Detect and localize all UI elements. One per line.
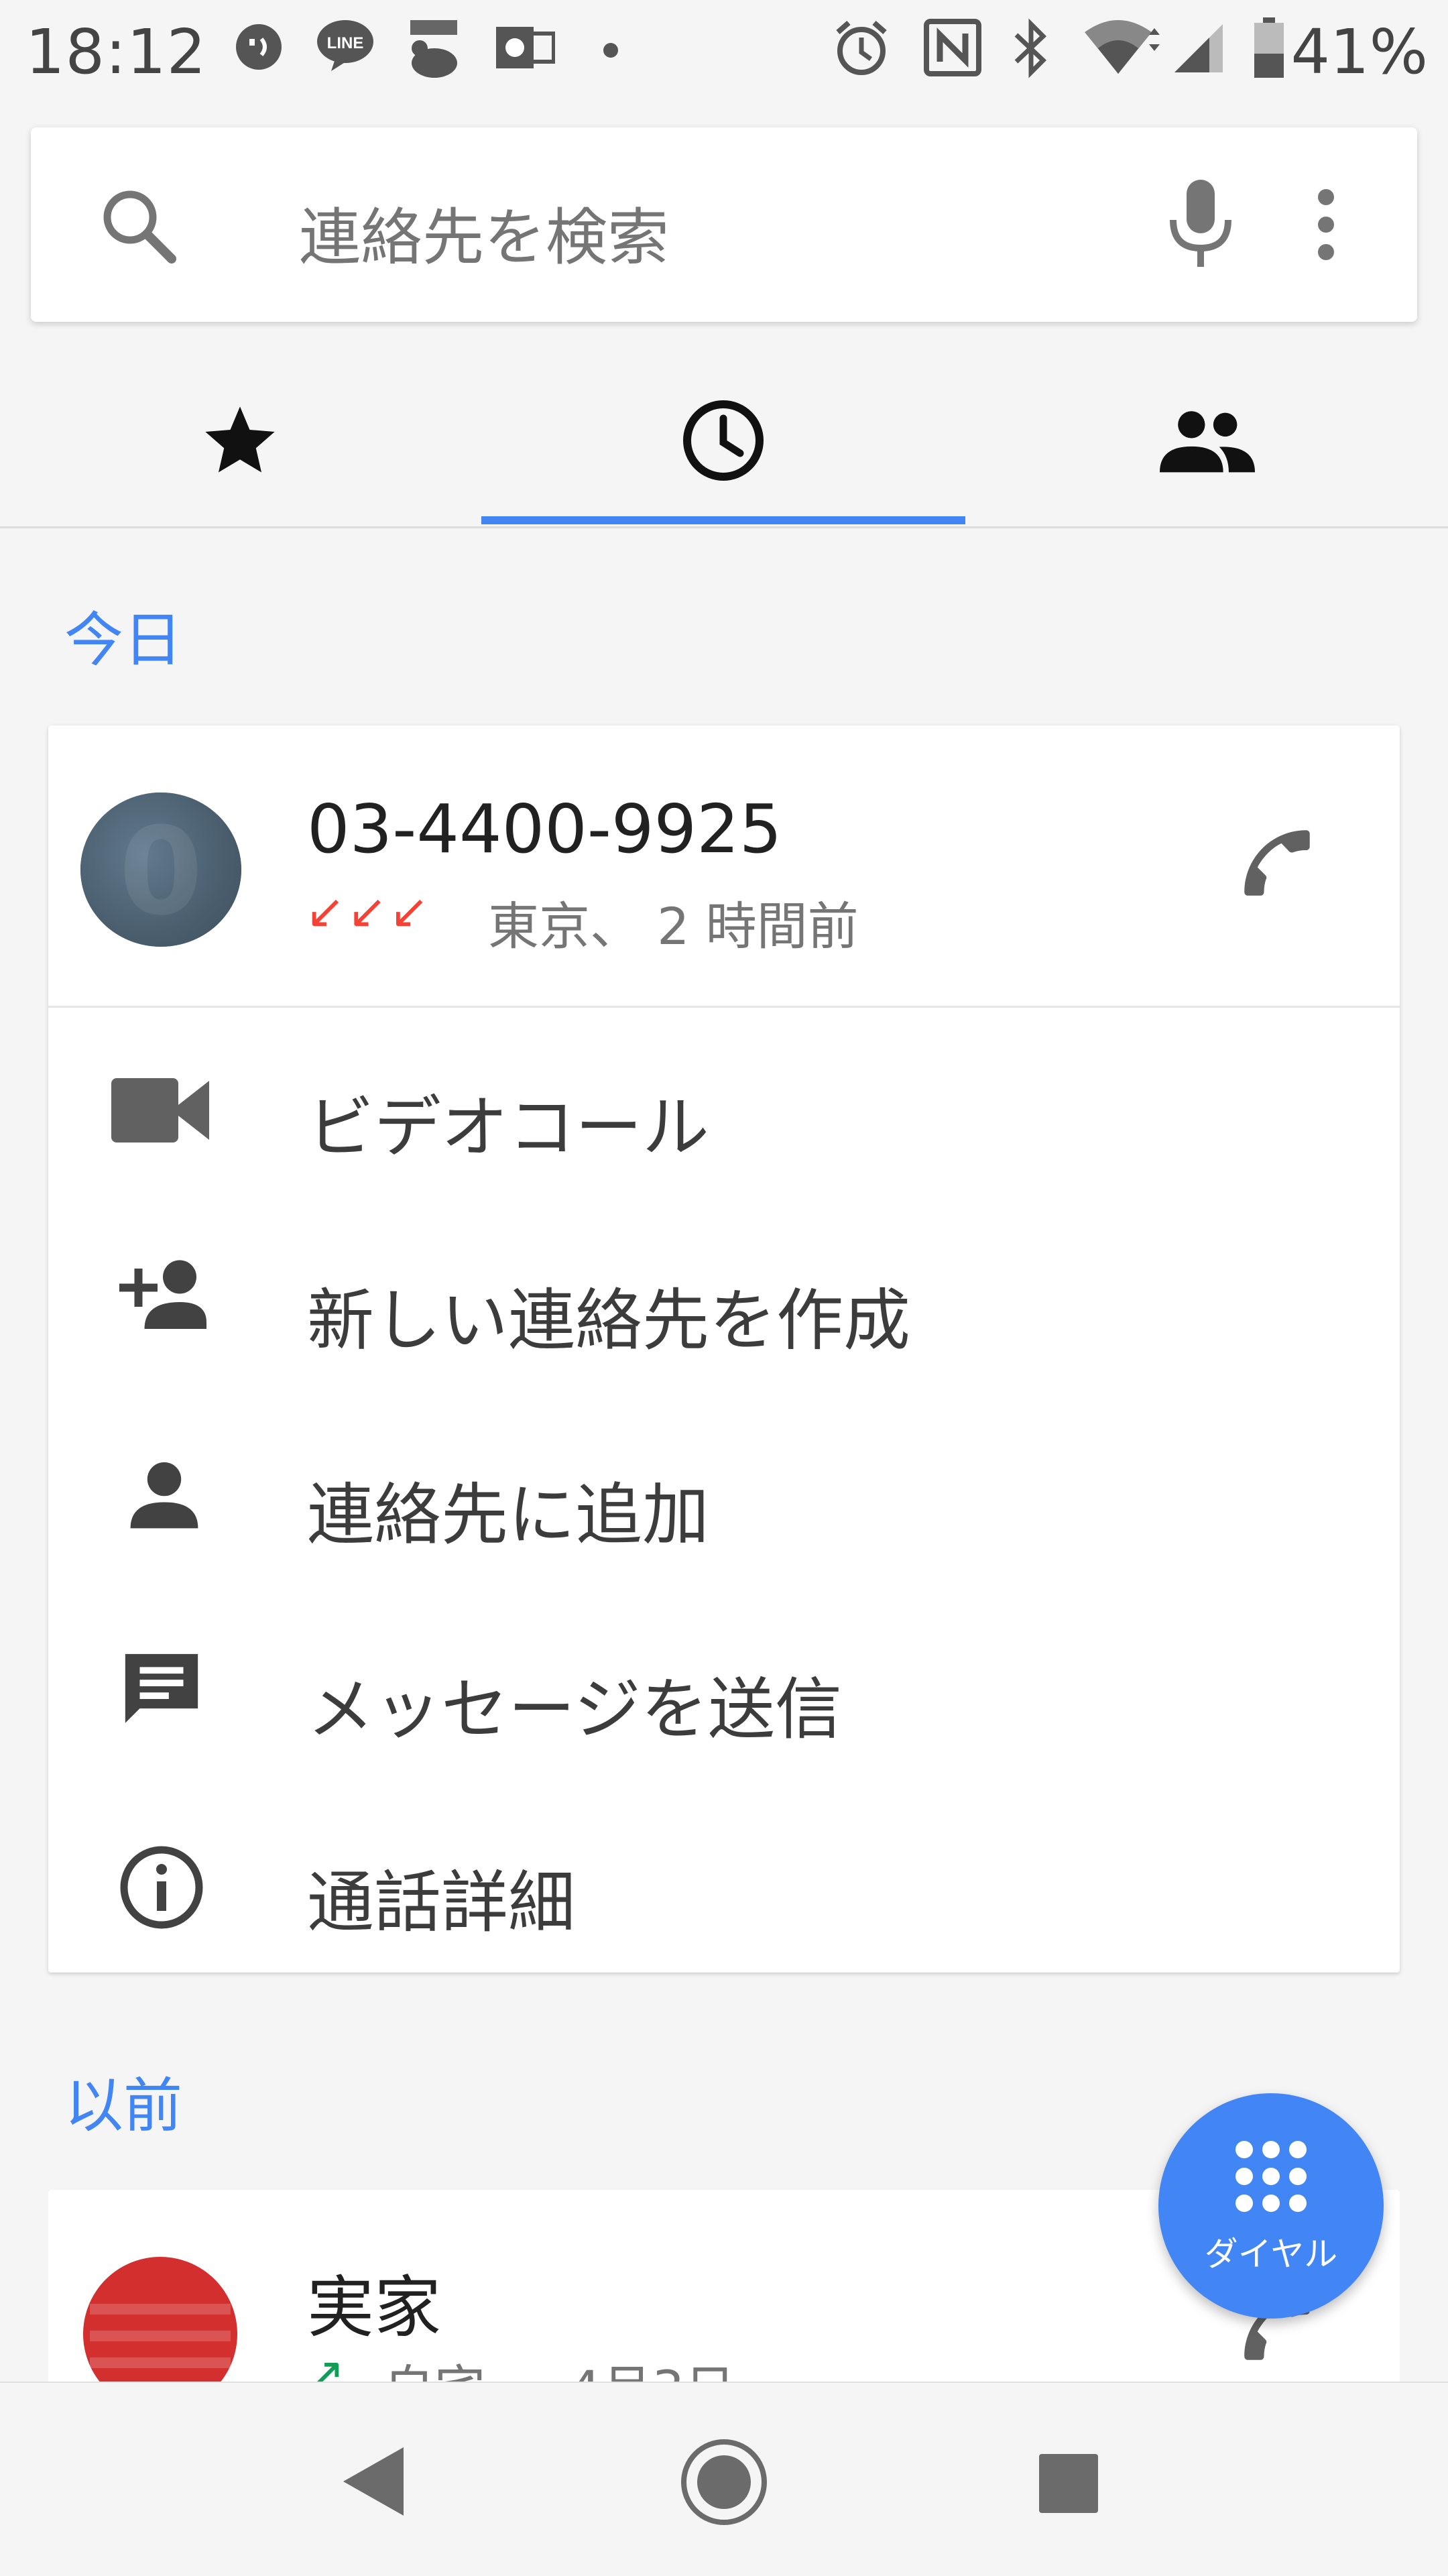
action-label: 新しい連絡先を作成: [307, 1281, 910, 1360]
caller-number: 03-4400-9925: [307, 790, 782, 868]
overflow-menu-icon[interactable]: [1313, 188, 1339, 261]
tab-contacts[interactable]: [965, 375, 1448, 510]
action-label: メッセージを送信: [307, 1670, 842, 1749]
home-icon[interactable]: [678, 2437, 770, 2528]
navigation-bar: [0, 2382, 1448, 2576]
avatar-letter: 0: [119, 802, 203, 942]
search-icon[interactable]: [98, 185, 178, 266]
status-time: 18:12: [25, 16, 207, 88]
tab-divider: [0, 526, 1448, 528]
svg-text:LINE: LINE: [327, 34, 364, 52]
video-call-icon: [110, 1077, 210, 1144]
line-icon: LINE: [315, 17, 375, 74]
tab-favorites[interactable]: [0, 375, 481, 510]
recent-apps-icon[interactable]: [1038, 2453, 1099, 2514]
signal-icon: [1172, 20, 1225, 74]
status-bar: 18:12 LINE 41%: [0, 0, 1448, 107]
people-icon: [1160, 408, 1255, 477]
expanded-call-card: 0 03-4400-9925 ↙↙↙ 東京、 2 時間前 ビデオコール 新しい連…: [48, 725, 1400, 1973]
nfc-icon: [922, 17, 983, 78]
action-label: 連絡先に追加: [307, 1476, 709, 1554]
missed-call-icons: ↙↙↙: [306, 884, 432, 939]
call-detail: 自宅 ・ 4月3日: [383, 2348, 735, 2382]
create-contact-action[interactable]: 新しい連絡先を作成: [48, 1208, 1400, 1403]
section-header-today: 今日: [64, 605, 183, 675]
call-detail: 東京、 2 時間前: [488, 896, 859, 956]
star-icon: [198, 400, 282, 483]
dot-icon: [602, 42, 619, 59]
avatar[interactable]: 0: [80, 793, 241, 947]
call-log-row[interactable]: 0 03-4400-9925 ↙↙↙ 東京、 2 時間前: [48, 725, 1400, 1006]
outgoing-call-icon: ↗: [306, 2347, 345, 2382]
action-label: 通話詳細: [307, 1863, 575, 1942]
search-input[interactable]: 連絡先を検索: [299, 188, 669, 277]
divider: [48, 1006, 1400, 1008]
person-icon: [127, 1458, 201, 1531]
alarm-icon: [831, 17, 892, 78]
dial-button[interactable]: ダイヤル: [1158, 2093, 1384, 2319]
info-icon: [118, 1844, 205, 1931]
avatar[interactable]: [83, 2257, 237, 2382]
battery-icon: [1252, 16, 1286, 79]
tab-recents[interactable]: [481, 375, 965, 510]
contact-name: 実家: [307, 2268, 441, 2347]
call-details-action[interactable]: 通話詳細: [48, 1792, 1400, 1973]
video-call-action[interactable]: ビデオコール: [48, 1014, 1400, 1208]
back-icon[interactable]: [339, 2445, 406, 2518]
outlook-icon: [495, 23, 555, 72]
battery-percentage: 41%: [1290, 16, 1428, 88]
add-to-contact-action[interactable]: 連絡先に追加: [48, 1403, 1400, 1597]
action-label: ビデオコール: [307, 1088, 709, 1167]
wifi-icon: [1082, 16, 1162, 76]
send-message-action[interactable]: メッセージを送信: [48, 1597, 1400, 1792]
add-person-icon: [113, 1255, 206, 1336]
messenger-icon: [232, 20, 286, 74]
section-header-earlier: 以前: [64, 2071, 183, 2140]
bluetooth-icon: [1008, 16, 1055, 80]
microphone-icon[interactable]: [1164, 176, 1238, 270]
dialpad-icon: [1233, 2139, 1309, 2214]
phone-icon[interactable]: [1233, 819, 1321, 906]
message-icon: [118, 1647, 205, 1734]
search-bar[interactable]: 連絡先を検索: [31, 127, 1417, 322]
clock-icon: [680, 397, 767, 484]
tab-indicator: [481, 516, 965, 524]
jmty-icon: [405, 16, 465, 80]
dial-button-label: ダイヤル: [1204, 2235, 1338, 2274]
